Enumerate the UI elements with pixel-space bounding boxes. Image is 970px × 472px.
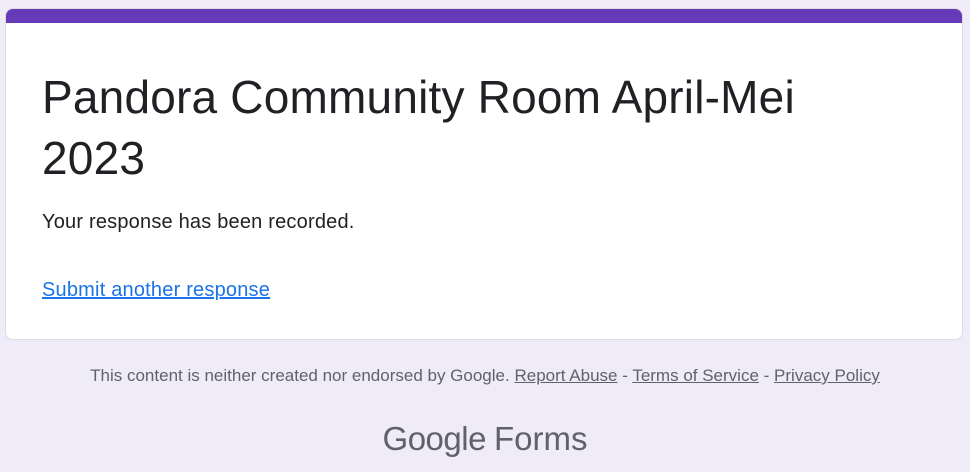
response-card: Pandora Community Room April-Mei 2023 Yo…: [5, 8, 963, 340]
report-abuse-link[interactable]: Report Abuse: [514, 366, 617, 385]
page: Pandora Community Room April-Mei 2023 Yo…: [0, 0, 970, 472]
brand-google-text: Google: [382, 420, 487, 457]
brand-forms-text: Forms: [493, 420, 588, 457]
footer-separator: -: [622, 366, 628, 385]
form-title: Pandora Community Room April-Mei 2023: [42, 71, 795, 184]
terms-of-service-link[interactable]: Terms of Service: [632, 366, 759, 385]
form-accent-bar: [6, 9, 962, 23]
footer-disclaimer: This content is neither created nor endo…: [0, 365, 970, 387]
privacy-policy-link[interactable]: Privacy Policy: [774, 366, 880, 385]
disclaimer-text: This content is neither created nor endo…: [90, 366, 510, 385]
submit-another-response-link[interactable]: Submit another response: [42, 277, 270, 303]
confirmation-message: Your response has been recorded.: [42, 211, 355, 233]
google-forms-logo[interactable]: Google Forms: [0, 418, 970, 460]
footer-separator: -: [763, 366, 770, 385]
